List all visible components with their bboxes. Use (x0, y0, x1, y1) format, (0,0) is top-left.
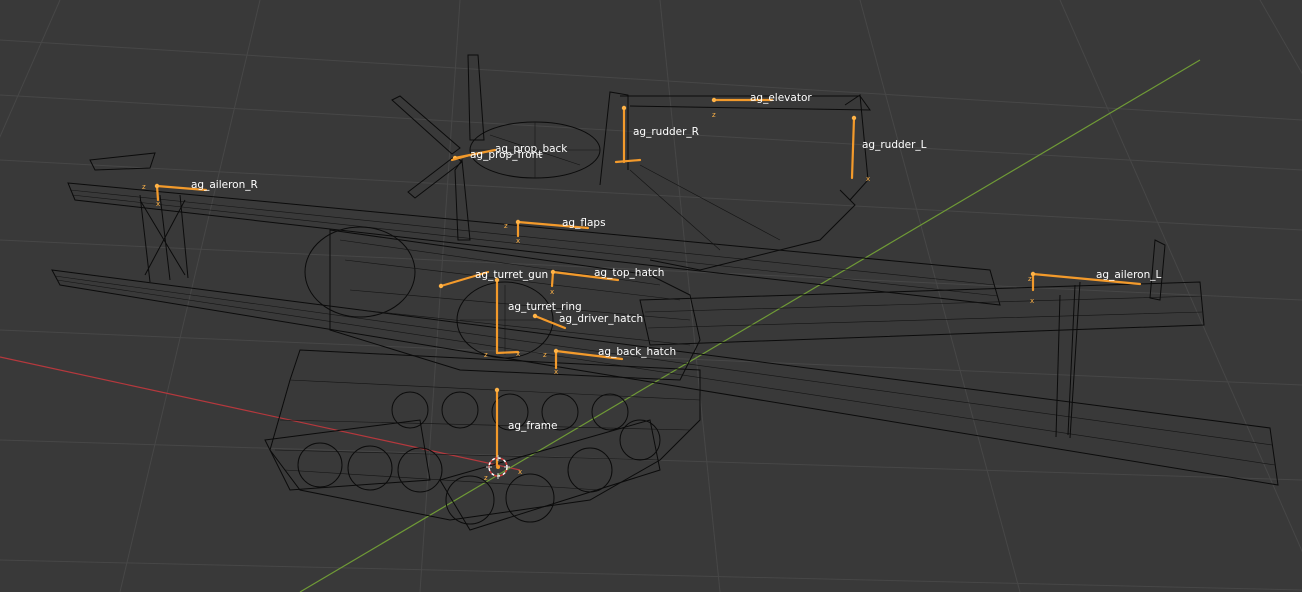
bone-label: ag_prop_front (470, 149, 542, 161)
svg-text:x: x (1030, 297, 1034, 305)
bone-label: ag_turret_gun (475, 269, 548, 281)
svg-text:x: x (550, 288, 554, 296)
bone-ag-aileron-r[interactable]: ag_aileron_R z x (142, 179, 258, 208)
bone-ag-back-hatch[interactable]: ag_back_hatch z x (543, 346, 676, 376)
3d-cursor-icon[interactable] (486, 455, 510, 479)
bone-label: ag_turret_ring (508, 301, 582, 313)
bone-ag-turret-gun[interactable]: ag_turret_gun (438, 269, 548, 289)
bone-label: ag_rudder_L (862, 139, 927, 151)
bone-ag-driver-hatch[interactable]: ag_driver_hatch (532, 313, 643, 330)
viewport-scene[interactable]: ag_prop_back ag_prop_front ag_rudder_R a… (0, 0, 1302, 592)
svg-text:z: z (484, 351, 488, 359)
bone-label: ag_top_hatch (594, 267, 664, 279)
3d-viewport[interactable]: ag_prop_back ag_prop_front ag_rudder_R a… (0, 0, 1302, 592)
bone-ag-top-hatch[interactable]: ag_top_hatch x (550, 267, 664, 296)
svg-text:z: z (142, 183, 146, 191)
svg-text:x: x (516, 237, 520, 245)
bone-label: ag_flaps (562, 217, 606, 229)
bone-ag-flaps[interactable]: ag_flaps z x (504, 217, 606, 245)
svg-text:z: z (712, 111, 716, 119)
bone-label: ag_frame (508, 420, 558, 432)
svg-text:z: z (504, 222, 508, 230)
svg-text:x: x (518, 468, 522, 476)
bone-label: ag_driver_hatch (559, 313, 643, 325)
y-axis-line (299, 59, 1201, 592)
svg-text:z: z (1028, 275, 1032, 283)
bone-label: ag_back_hatch (598, 346, 676, 358)
bone-label: ag_rudder_R (633, 126, 699, 138)
svg-text:x: x (516, 350, 520, 358)
svg-text:x: x (866, 175, 870, 183)
svg-text:x: x (554, 368, 558, 376)
svg-text:x: x (156, 200, 160, 208)
bone-label: ag_elevator (750, 92, 812, 104)
bone-label: ag_aileron_R (191, 179, 258, 191)
svg-text:z: z (543, 351, 547, 359)
svg-text:z: z (484, 474, 488, 482)
bone-label: ag_aileron_L (1096, 269, 1161, 281)
floor-grid (0, 0, 1302, 592)
